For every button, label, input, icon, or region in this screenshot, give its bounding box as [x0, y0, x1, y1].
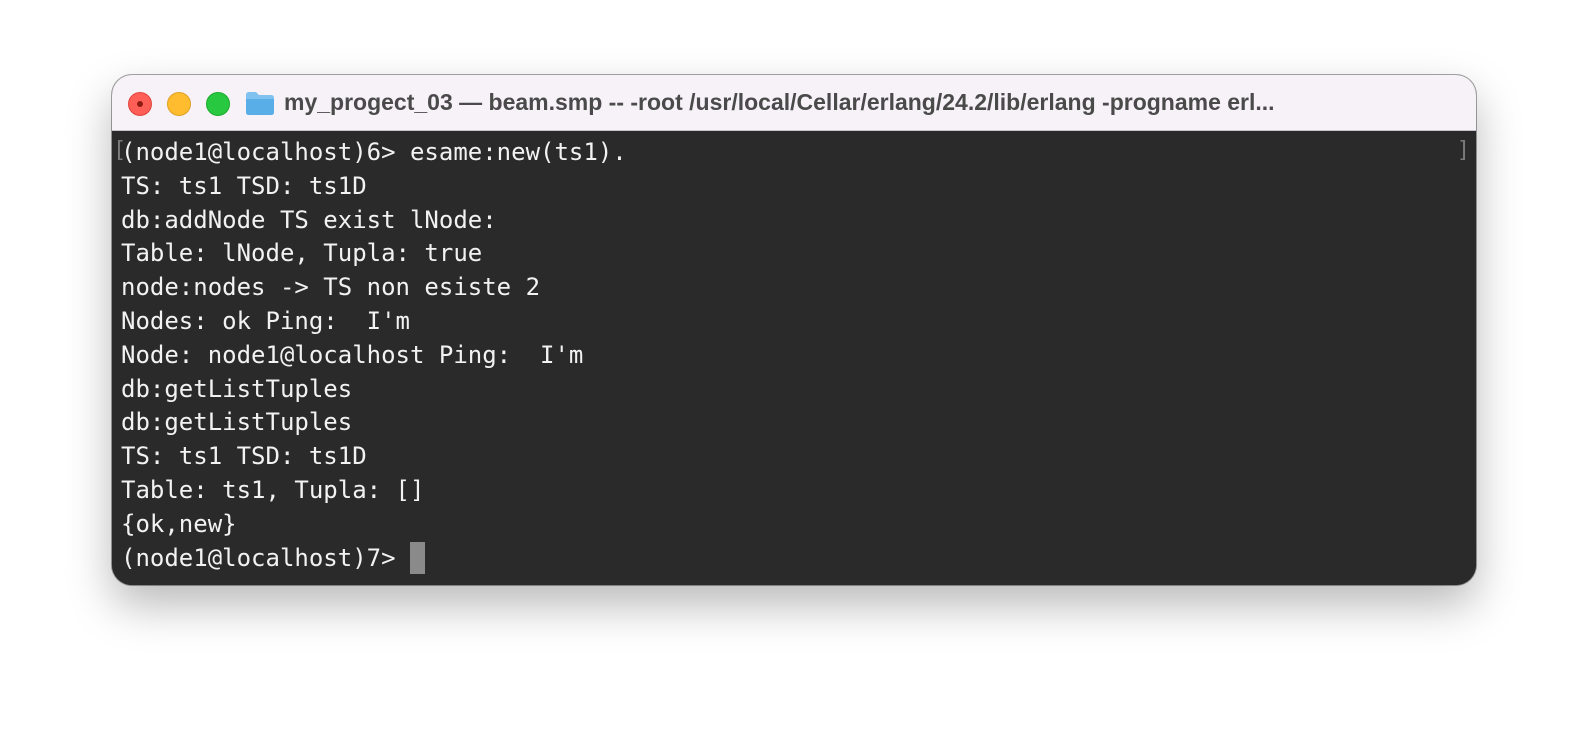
terminal-line: Table: ts1, Tupla: []: [121, 475, 425, 504]
terminal-right-marker: ]: [1456, 138, 1470, 163]
close-button-icon[interactable]: [128, 92, 152, 116]
window-title: my_progect_03 — beam.smp -- -root /usr/l…: [284, 89, 1275, 115]
terminal-prompt: (node1@localhost)7>: [121, 543, 396, 572]
folder-icon: [246, 92, 274, 115]
terminal-line: Table: lNode, Tupla: true: [121, 239, 483, 268]
terminal-line: Nodes: ok Ping: I'm: [121, 306, 410, 335]
terminal-line: db:addNode TS exist lNode:: [121, 205, 497, 234]
terminal-line: db:getListTuples: [121, 408, 353, 437]
terminal-left-marker: [: [113, 138, 127, 163]
terminal-line: (node1@localhost)6> esame:new(ts1).: [121, 138, 627, 166]
terminal-output[interactable]: [ ] (node1@localhost)6> esame:new(ts1). …: [112, 131, 1476, 585]
terminal-line: db:getListTuples: [121, 374, 353, 403]
terminal-line: TS: ts1 TSD: ts1D: [121, 171, 367, 200]
title-bar[interactable]: my_progect_03 — beam.smp -- -root /usr/l…: [112, 75, 1476, 131]
minimize-button-icon[interactable]: [167, 92, 191, 116]
terminal-line: Node: node1@localhost Ping: I'm: [121, 340, 584, 369]
terminal-line: node:nodes -> TS non esiste 2: [121, 273, 541, 302]
zoom-button-icon[interactable]: [206, 92, 230, 116]
text-cursor[interactable]: [409, 541, 425, 574]
terminal-line: {ok,new}: [121, 509, 237, 538]
terminal-line: TS: ts1 TSD: ts1D: [121, 442, 367, 471]
terminal-prompt-line[interactable]: (node1@localhost)7>: [121, 541, 1476, 576]
terminal-window: my_progect_03 — beam.smp -- -root /usr/l…: [112, 75, 1476, 585]
